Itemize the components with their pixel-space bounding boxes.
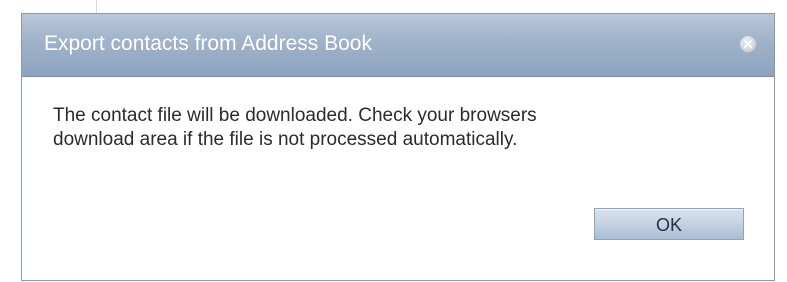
dialog-titlebar: Export contacts from Address Book: [22, 14, 774, 77]
background-divider: [96, 0, 97, 14]
ok-button[interactable]: OK: [594, 208, 744, 240]
dialog-message: The contact file will be downloaded. Che…: [53, 104, 743, 152]
close-icon: [744, 40, 752, 48]
export-contacts-dialog: Export contacts from Address Book The co…: [21, 13, 775, 281]
close-button[interactable]: [739, 35, 757, 53]
message-line-1: The contact file will be downloaded. Che…: [53, 105, 537, 126]
message-line-2: download area if the file is not process…: [53, 129, 518, 150]
dialog-title: Export contacts from Address Book: [44, 32, 372, 55]
